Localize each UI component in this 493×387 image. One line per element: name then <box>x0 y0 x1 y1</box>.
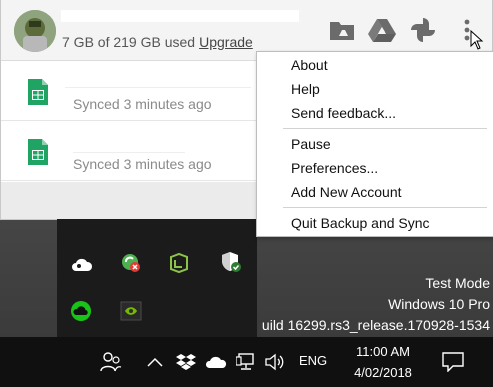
menu-item-quit[interactable]: Quit Backup and Sync <box>257 211 493 235</box>
watermark-line-1: Test Mode <box>425 275 490 291</box>
show-hidden-icons-chevron-icon[interactable] <box>146 350 164 374</box>
google-drive-icon[interactable] <box>368 16 396 44</box>
menu-item-send-feedback[interactable]: Send feedback... <box>257 101 493 125</box>
google-sheets-icon <box>28 79 48 110</box>
windows-defender-icon[interactable] <box>220 251 242 273</box>
action-center-icon[interactable] <box>440 350 466 374</box>
volume-icon[interactable] <box>264 350 286 374</box>
menu-item-preferences[interactable]: Preferences... <box>257 156 493 180</box>
people-icon[interactable] <box>99 350 123 374</box>
green-app-icon[interactable] <box>168 252 190 274</box>
redacted-file-name <box>73 126 185 153</box>
sync-error-icon[interactable] <box>120 252 142 274</box>
network-icon[interactable] <box>235 350 257 374</box>
language-indicator[interactable]: ENG <box>299 353 327 368</box>
clock-date[interactable]: 4/02/2018 <box>336 365 430 380</box>
file-sync-status: Synced 3 minutes ago <box>73 156 212 172</box>
clock-time[interactable]: 11:00 AM <box>336 344 430 359</box>
watermark-line-3: uild 16299.rs3_release.170928-1534 <box>261 317 490 333</box>
nvidia-icon[interactable] <box>120 300 142 322</box>
dropbox-icon[interactable] <box>175 350 197 374</box>
google-photos-icon[interactable] <box>409 16 437 44</box>
watermark-line-2: Windows 10 Pro <box>388 296 490 312</box>
redacted-account-name <box>61 10 299 22</box>
backup-sync-cloud-icon[interactable] <box>70 300 92 322</box>
vpn-key-cloud-icon[interactable] <box>71 254 93 276</box>
storage-text: 7 GB of 219 GB used <box>62 34 196 50</box>
menu-item-help[interactable]: Help <box>257 77 493 101</box>
drive-folder-icon[interactable] <box>328 16 356 44</box>
tray-overflow-flyout <box>57 219 257 337</box>
taskbar: ENG 11:00 AM 4/02/2018 <box>0 337 493 387</box>
menu-item-about[interactable]: About <box>257 53 493 77</box>
menu-separator <box>283 207 487 208</box>
storage-usage: 7 GB of 219 GB used Upgrade <box>62 34 253 50</box>
upgrade-link[interactable]: Upgrade <box>199 34 253 50</box>
menu-item-add-new-account[interactable]: Add New Account <box>257 180 493 204</box>
redacted-file-name <box>65 67 251 88</box>
onedrive-cloud-icon[interactable] <box>204 350 228 374</box>
google-sheets-icon <box>28 139 48 170</box>
context-menu: About Help Send feedback... Pause Prefer… <box>256 51 493 237</box>
menu-separator <box>283 128 487 129</box>
test-mode-watermark: Test Mode Windows 10 Pro uild 16299.rs3_… <box>262 273 490 336</box>
file-sync-status: Synced 3 minutes ago <box>73 96 212 112</box>
avatar[interactable] <box>14 10 56 52</box>
menu-item-pause[interactable]: Pause <box>257 132 493 156</box>
